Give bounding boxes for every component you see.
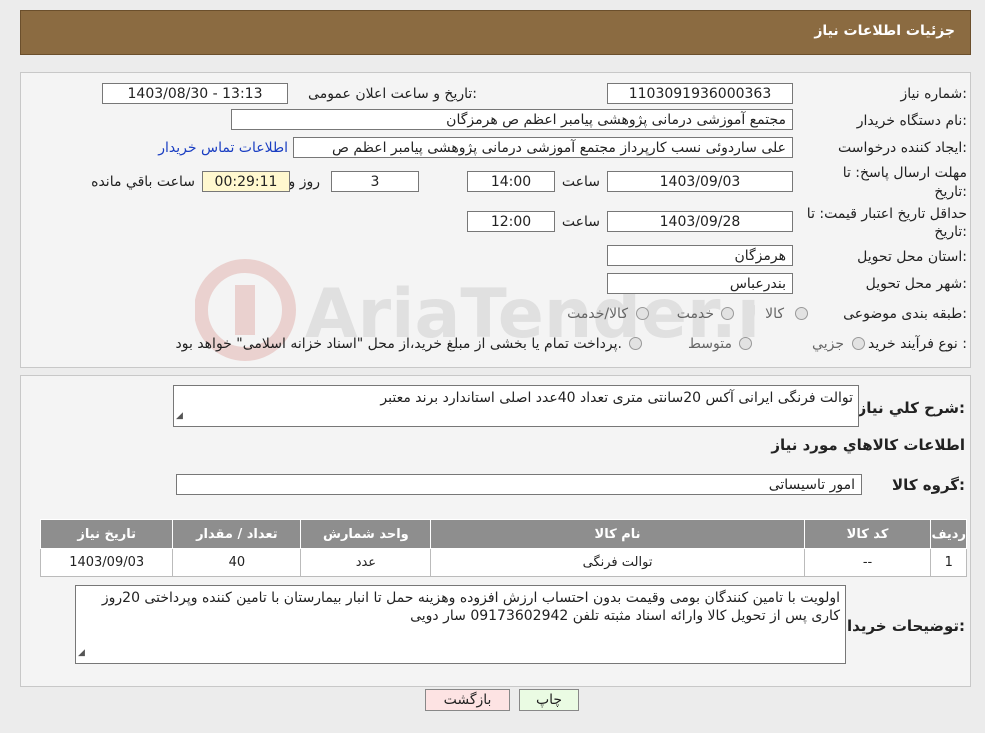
need-number-label: شماره نیاز: <box>900 86 967 102</box>
print-button[interactable]: چاپ <box>519 689 579 711</box>
summary-textarea[interactable]: توالت فرنگی ایرانی آکس 20سانتی متری تعدا… <box>173 385 859 427</box>
process-label: نوع فرآیند خرید : <box>868 336 967 352</box>
province-label: استان محل تحویل: <box>857 249 967 265</box>
buyer-notes-text: اولویت با تامین کنندگان بومی وقیمت بدون … <box>101 590 840 624</box>
province-field: هرمزگان <box>607 245 793 266</box>
summary-label: شرح کلي نياز: <box>857 399 965 417</box>
buyer-org-field: مجتمع آموزشی درمانی پژوهشی پیامبر اعظم ص… <box>231 109 793 130</box>
days-label: روز و <box>288 174 321 190</box>
city-label: شهر محل تحویل: <box>865 276 967 292</box>
col-need-date: تاریخ نیاز <box>39 519 174 549</box>
announce-label: تاریخ و ساعت اعلان عمومی: <box>308 86 477 102</box>
creator-label: ایجاد کننده درخواست: <box>838 140 967 156</box>
category-radio-goods-service[interactable] <box>636 307 649 320</box>
deadline-time-label: ساعت <box>561 174 600 190</box>
cell-quantity: 40 <box>172 548 302 577</box>
goods-table: تاریخ نیاز تعداد / مقدار واحد شمارش نام … <box>39 519 967 577</box>
process-option-medium: متوسط <box>688 336 732 352</box>
col-quantity: تعداد / مقدار <box>172 519 302 549</box>
days-field: 3 <box>331 171 419 192</box>
cell-need-date: 1403/09/03 <box>39 548 174 577</box>
group-field: امور تاسیساتی <box>176 474 862 495</box>
category-option-service: خدمت <box>676 306 714 322</box>
col-row: رديف <box>930 519 967 549</box>
process-radio-minor[interactable] <box>852 337 865 350</box>
remaining-label: ساعت باقي مانده <box>91 174 195 190</box>
announce-datetime-field: 1403/08/30 - 13:13 <box>102 83 288 104</box>
buyer-org-label: نام دستگاه خریدار: <box>856 113 967 129</box>
process-note: پرداخت تمام یا بخشی از مبلغ خرید،از محل … <box>175 336 622 352</box>
cell-row: 1 <box>930 548 967 577</box>
process-radio-medium[interactable] <box>739 337 752 350</box>
validity-label: حداقل تاریخ اعتبار قیمت: تا <box>806 206 967 222</box>
buyer-notes-textarea[interactable]: اولویت با تامین کنندگان بومی وقیمت بدون … <box>75 585 846 664</box>
back-button[interactable]: بازگشت <box>425 689 510 711</box>
cell-unit: عدد <box>300 548 432 577</box>
resize-grip-icon[interactable]: ◢ <box>78 644 85 662</box>
category-label: طبقه بندی موضوعی: <box>843 306 967 322</box>
page-title: جزئیات اطلاعات نیاز <box>814 23 955 39</box>
deadline-label: مهلت ارسال پاسخ: تا <box>842 165 967 181</box>
category-option-goods: کالا <box>765 306 784 322</box>
deadline-date-field: 1403/09/03 <box>607 171 793 192</box>
category-option-goods-service: کالا/خدمت <box>567 306 628 322</box>
deadline-label-date: تاریخ: <box>934 184 967 200</box>
col-unit: واحد شمارش <box>300 519 432 549</box>
resize-grip-icon[interactable]: ◢ <box>176 407 183 425</box>
table-row[interactable]: 1403/09/03 40 عدد توالت فرنگی -- 1 <box>39 548 967 577</box>
cell-goods-name: توالت فرنگی <box>430 548 805 577</box>
city-field: بندرعباس <box>607 273 793 294</box>
cell-goods-code: -- <box>803 548 932 577</box>
validity-time-label: ساعت <box>561 214 600 230</box>
buyer-contact-link[interactable]: اطلاعات تماس خریدار <box>158 140 288 156</box>
col-goods-code: کد کالا <box>803 519 932 549</box>
table-header-row: تاریخ نیاز تعداد / مقدار واحد شمارش نام … <box>39 519 967 549</box>
category-radio-service[interactable] <box>721 307 734 320</box>
validity-time-field: 12:00 <box>467 211 555 232</box>
process-radio-treasury[interactable] <box>629 337 642 350</box>
validity-date-field: 1403/09/28 <box>607 211 793 232</box>
group-label: گروه کالا: <box>892 476 965 494</box>
need-number-field: 1103091936000363 <box>607 83 793 104</box>
page-header: جزئیات اطلاعات نیاز <box>20 10 971 55</box>
buyer-notes-label: توضیحات خریدار: <box>838 617 965 635</box>
remaining-time-field: 00:29:11 <box>202 171 290 192</box>
summary-text: توالت فرنگی ایرانی آکس 20سانتی متری تعدا… <box>380 390 853 406</box>
creator-field: علی ساردوئی نسب کارپرداز مجتمع آموزشی در… <box>293 137 793 158</box>
category-radio-goods[interactable] <box>795 307 808 320</box>
process-option-minor: جزیي <box>812 336 844 352</box>
goods-section-title: اطلاعات کالاهاي مورد نياز <box>771 436 965 454</box>
validity-label-date: تاریخ: <box>934 224 967 240</box>
col-goods-name: نام کالا <box>430 519 805 549</box>
deadline-time-field: 14:00 <box>467 171 555 192</box>
